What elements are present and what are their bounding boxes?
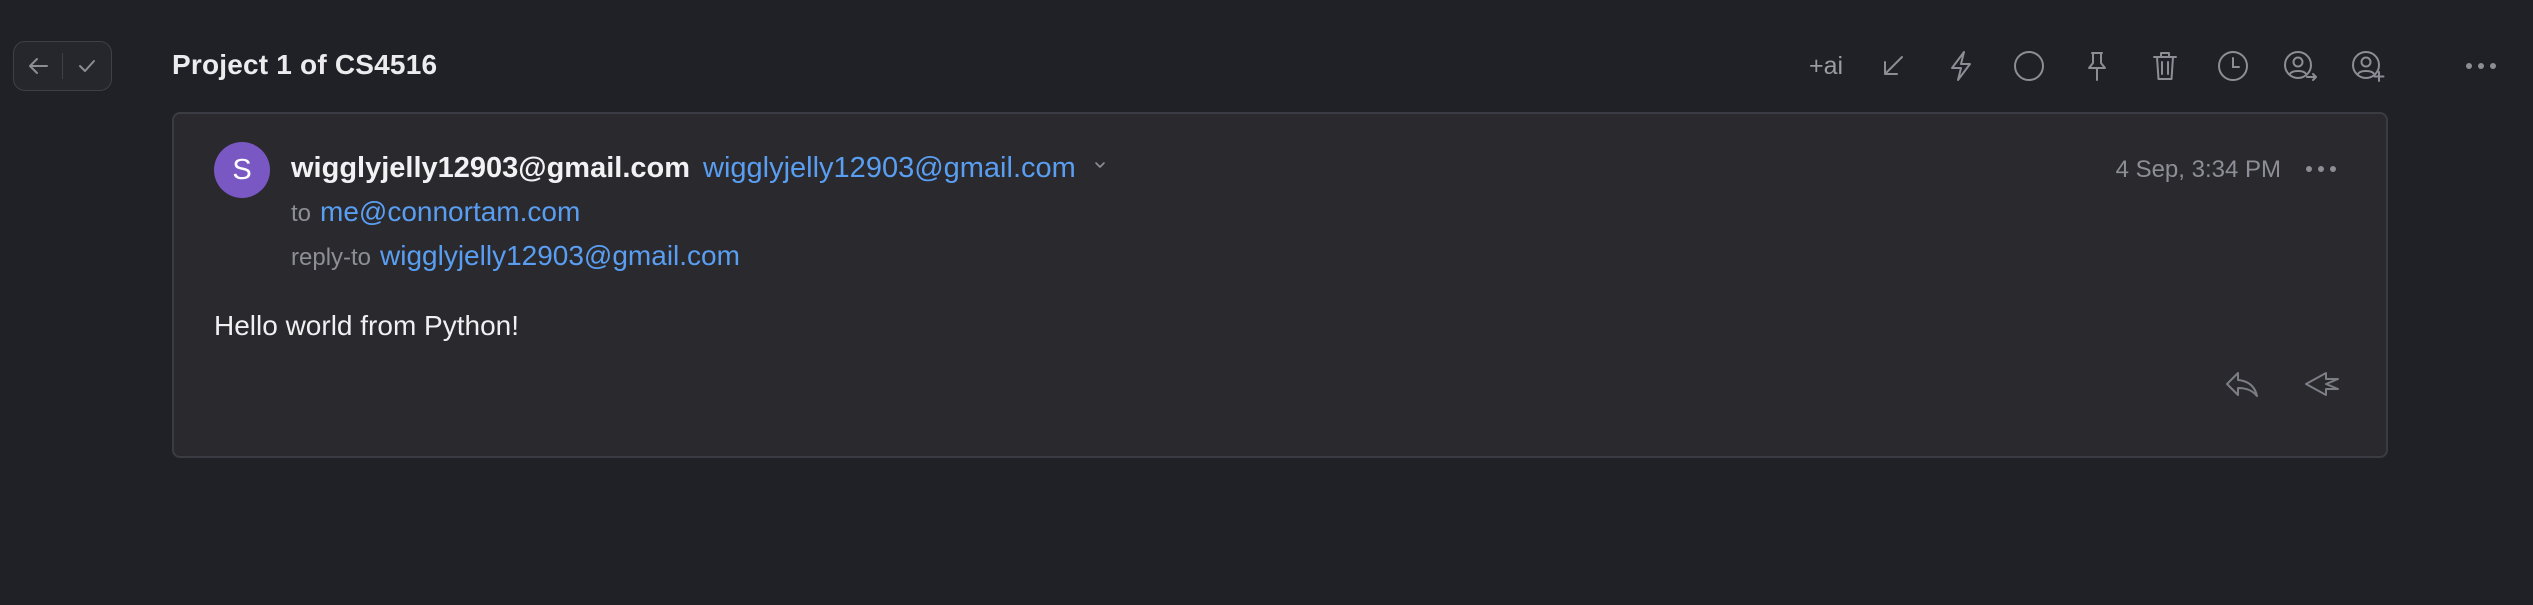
trash-icon <box>2151 50 2179 82</box>
circle-icon <box>2013 50 2045 82</box>
message-body: Hello world from Python! <box>214 310 520 341</box>
lightning-icon <box>1947 50 1975 82</box>
pin-icon <box>2084 50 2110 82</box>
circle-button[interactable] <box>2003 40 2055 92</box>
lightning-button[interactable] <box>1935 40 1987 92</box>
thread-nav-group <box>13 41 112 91</box>
thread-title: Project 1 of CS4516 <box>172 49 438 80</box>
more-actions-button[interactable] <box>2455 40 2507 92</box>
ai-button[interactable]: +ai <box>1800 40 1852 92</box>
assign-button[interactable] <box>2275 40 2327 92</box>
delete-button[interactable] <box>2139 40 2191 92</box>
forward-button[interactable] <box>2296 360 2348 408</box>
snooze-button[interactable] <box>2207 40 2259 92</box>
add-participant-button[interactable] <box>2343 40 2395 92</box>
reply-to-address[interactable]: wigglyjelly12903@gmail.com <box>380 240 740 272</box>
more-horizontal-icon <box>2305 165 2337 173</box>
to-label: to <box>291 200 312 227</box>
add-user-icon <box>2351 50 2387 82</box>
clock-icon <box>2217 50 2249 82</box>
reply-button[interactable] <box>2216 360 2268 408</box>
mark-done-button[interactable] <box>63 42 111 90</box>
reply-to-label: reply-to <box>291 244 372 271</box>
message-timestamp: 4 Sep, 3:34 PM <box>2115 156 2281 183</box>
to-line: to me@connortam.com <box>291 196 580 228</box>
sender-address[interactable]: wigglyjelly12903@gmail.com <box>703 152 1076 185</box>
move-to-inbox-icon <box>1879 52 1907 80</box>
pin-button[interactable] <box>2071 40 2123 92</box>
message-more-button[interactable] <box>2301 154 2341 184</box>
avatar: S <box>214 142 270 198</box>
message-card: S wigglyjelly12903@gmail.com wigglyjelly… <box>172 112 2388 458</box>
reply-arrow-icon <box>2224 369 2260 399</box>
back-button[interactable] <box>14 42 62 90</box>
assign-user-icon <box>2283 50 2319 82</box>
reply-to-line: reply-to wigglyjelly12903@gmail.com <box>291 240 740 272</box>
check-icon <box>77 58 97 74</box>
arrow-left-icon <box>27 56 49 76</box>
sender-name[interactable]: wigglyjelly12903@gmail.com <box>291 152 690 185</box>
move-to-inbox-button[interactable] <box>1867 40 1919 92</box>
from-line: wigglyjelly12903@gmail.com wigglyjelly12… <box>291 152 1106 185</box>
forward-arrow-icon <box>2303 369 2341 399</box>
to-address[interactable]: me@connortam.com <box>320 196 580 228</box>
chevron-down-icon[interactable] <box>1094 161 1106 173</box>
more-horizontal-icon <box>2465 62 2497 70</box>
